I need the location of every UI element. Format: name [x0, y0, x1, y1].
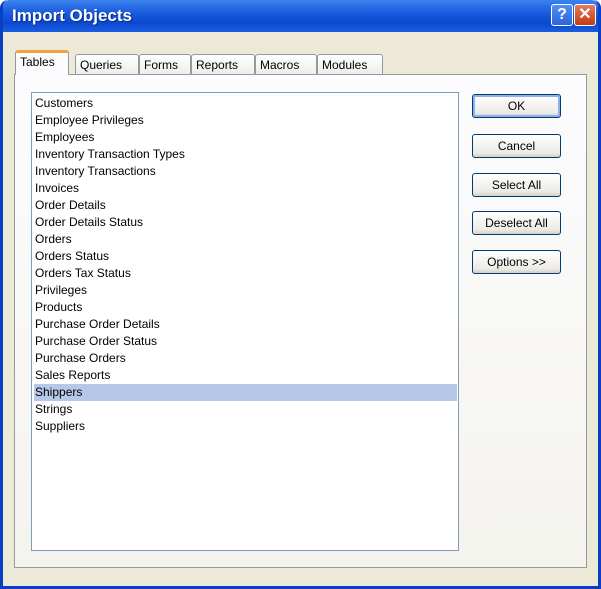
tab-modules[interactable]: Modules	[317, 54, 383, 76]
list-item[interactable]: Order Details	[34, 197, 457, 214]
list-item-selected[interactable]: Shippers	[34, 384, 457, 401]
list-item[interactable]: Purchase Order Status	[34, 333, 457, 350]
list-item[interactable]: Suppliers	[34, 418, 457, 435]
list-item[interactable]: Strings	[34, 401, 457, 418]
list-item[interactable]: Purchase Order Details	[34, 316, 457, 333]
tab-queries[interactable]: Queries	[75, 54, 139, 76]
help-button[interactable]: ?	[551, 4, 573, 26]
list-item[interactable]: Orders Status	[34, 248, 457, 265]
tab-reports[interactable]: Reports	[191, 54, 255, 76]
list-item[interactable]: Purchase Orders	[34, 350, 457, 367]
cancel-button[interactable]: Cancel	[472, 134, 561, 158]
list-item[interactable]: Orders Tax Status	[34, 265, 457, 282]
tables-tab-panel: Customers Employee Privileges Employees …	[14, 74, 587, 568]
tab-macros[interactable]: Macros	[255, 54, 317, 76]
help-icon: ?	[557, 6, 567, 23]
tab-forms[interactable]: Forms	[139, 54, 191, 76]
tab-tables[interactable]: Tables	[15, 50, 69, 75]
list-item[interactable]: Employee Privileges	[34, 112, 457, 129]
deselect-all-button[interactable]: Deselect All	[472, 211, 561, 235]
list-item[interactable]: Customers	[34, 95, 457, 112]
list-item[interactable]: Order Details Status	[34, 214, 457, 231]
window-title: Import Objects	[12, 6, 132, 25]
list-item[interactable]: Privileges	[34, 282, 457, 299]
list-item[interactable]: Invoices	[34, 180, 457, 197]
import-objects-dialog: Import Objects ? ✕ Tables Queries Forms …	[0, 0, 601, 589]
select-all-button[interactable]: Select All	[472, 173, 561, 197]
options-button[interactable]: Options >>	[472, 250, 561, 274]
list-item[interactable]: Inventory Transactions	[34, 163, 457, 180]
list-item[interactable]: Orders	[34, 231, 457, 248]
close-button[interactable]: ✕	[574, 4, 596, 26]
list-item[interactable]: Inventory Transaction Types	[34, 146, 457, 163]
ok-button[interactable]: OK	[472, 94, 561, 118]
list-item[interactable]: Employees	[34, 129, 457, 146]
list-item[interactable]: Products	[34, 299, 457, 316]
close-icon: ✕	[578, 6, 592, 23]
title-bar[interactable]: Import Objects ? ✕	[3, 0, 598, 32]
list-item[interactable]: Sales Reports	[34, 367, 457, 384]
tables-listbox[interactable]: Customers Employee Privileges Employees …	[31, 92, 459, 551]
